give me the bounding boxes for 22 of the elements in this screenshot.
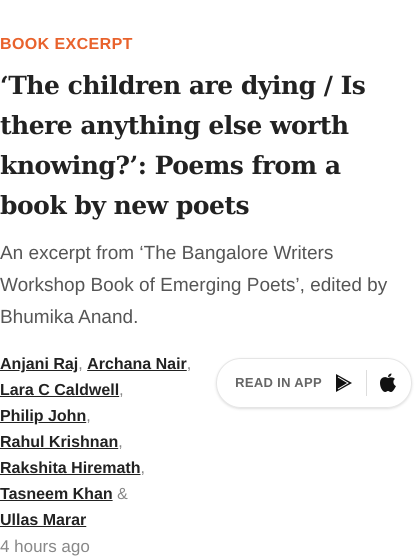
author-link[interactable]: Archana Nair xyxy=(87,356,187,373)
timestamp: 4 hours ago xyxy=(0,536,91,558)
separator: , xyxy=(119,382,124,399)
author-link[interactable]: Anjani Raj xyxy=(0,356,78,373)
standfirst: An excerpt from ‘The Bangalore Writers Workshop Book of Emerging Poets’, edited by Bhumika Anand. xyxy=(0,242,388,330)
separator: , xyxy=(78,356,83,373)
author-link[interactable]: Ullas Marar xyxy=(0,512,86,529)
separator: , xyxy=(140,460,145,477)
separator: , xyxy=(186,356,192,373)
headline: ‘The children are dying / Is there anything else worth knowing?’: Poems from a book by new poets xyxy=(0,70,366,222)
author-link[interactable]: Lara C Caldwell xyxy=(0,382,120,399)
author-link[interactable]: Tasneem Khan xyxy=(0,486,113,503)
play-store-icon xyxy=(334,373,354,393)
section-label: BOOK EXCERPT xyxy=(0,35,134,55)
separator: , xyxy=(86,408,91,425)
read-in-app-button[interactable]: READ IN APP xyxy=(216,358,412,408)
author-link[interactable]: Philip John xyxy=(0,408,86,425)
separator: , xyxy=(118,434,123,451)
apple-icon xyxy=(379,373,397,393)
author-link[interactable]: Rakshita Hiremath xyxy=(0,460,140,477)
separator: & xyxy=(116,486,128,503)
author-link[interactable]: Rahul Krishnan xyxy=(0,434,118,451)
